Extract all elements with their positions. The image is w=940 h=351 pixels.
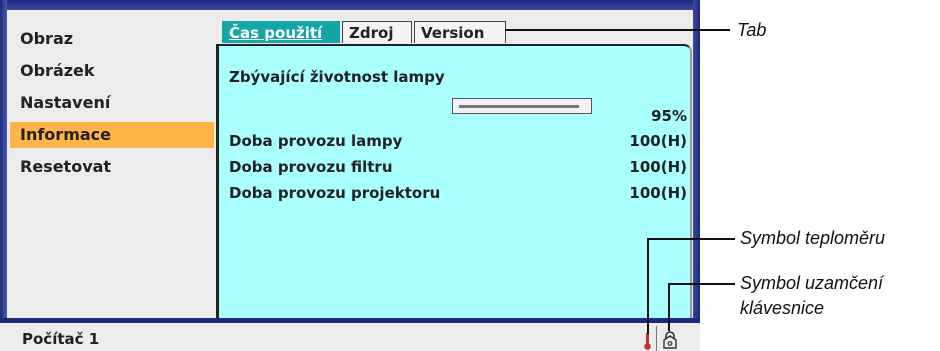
callout-thermometer: Symbol teploměru [740, 228, 886, 248]
status-divider [656, 326, 657, 351]
main-menu: Obraz Obrázek Nastavení Informace Reseto… [10, 26, 214, 186]
callout-line-thermo-vertical [647, 238, 649, 334]
menu-item-informace[interactable]: Informace [10, 122, 214, 148]
lamp-remaining-bar [452, 98, 592, 114]
tab-usage-time[interactable]: Čas použití [222, 21, 340, 43]
callout-keylock-line2: klávesnice [740, 298, 825, 318]
callout-line-thermo [647, 238, 735, 240]
projector-hours-value: 100(H) [629, 184, 687, 202]
callout-tab: Tab [737, 20, 767, 40]
lamp-remaining-bar-fill [459, 105, 579, 108]
callout-line-tab [505, 29, 730, 31]
osd-right-border [693, 0, 700, 322]
keyboard-lock-icon [663, 331, 677, 349]
projector-hours-label: Doba provozu projektoru [229, 184, 441, 202]
callout-line-lock-vertical [668, 283, 670, 331]
menu-item-obrazek[interactable]: Obrázek [10, 58, 214, 84]
tab-source[interactable]: Zdroj [342, 21, 412, 43]
menu-item-nastaveni[interactable]: Nastavení [10, 90, 214, 116]
osd-window: Obraz Obrázek Nastavení Informace Reseto… [0, 0, 700, 351]
callout-keylock-line1: Symbol uzamčení [740, 273, 884, 293]
menu-item-obraz[interactable]: Obraz [10, 26, 214, 52]
info-panel: Zbývající životnost lampy 95% Doba provo… [216, 44, 692, 318]
tab-version[interactable]: Version [414, 21, 506, 43]
thermometer-icon [644, 333, 651, 350]
lamp-remaining-value: 95% [651, 107, 687, 125]
current-source: Počítač 1 [22, 330, 100, 348]
lamp-hours-value: 100(H) [629, 132, 687, 150]
filter-hours-label: Doba provozu filtru [229, 158, 393, 176]
menu-item-resetovat[interactable]: Resetovat [10, 154, 214, 180]
lamp-remaining-label: Zbývající životnost lampy [229, 68, 445, 86]
callout-line-lock [668, 283, 735, 285]
osd-status-separator [0, 318, 700, 323]
osd-left-border [0, 0, 7, 322]
lamp-hours-label: Doba provozu lampy [229, 132, 403, 150]
filter-hours-value: 100(H) [629, 158, 687, 176]
osd-top-border [0, 0, 700, 10]
